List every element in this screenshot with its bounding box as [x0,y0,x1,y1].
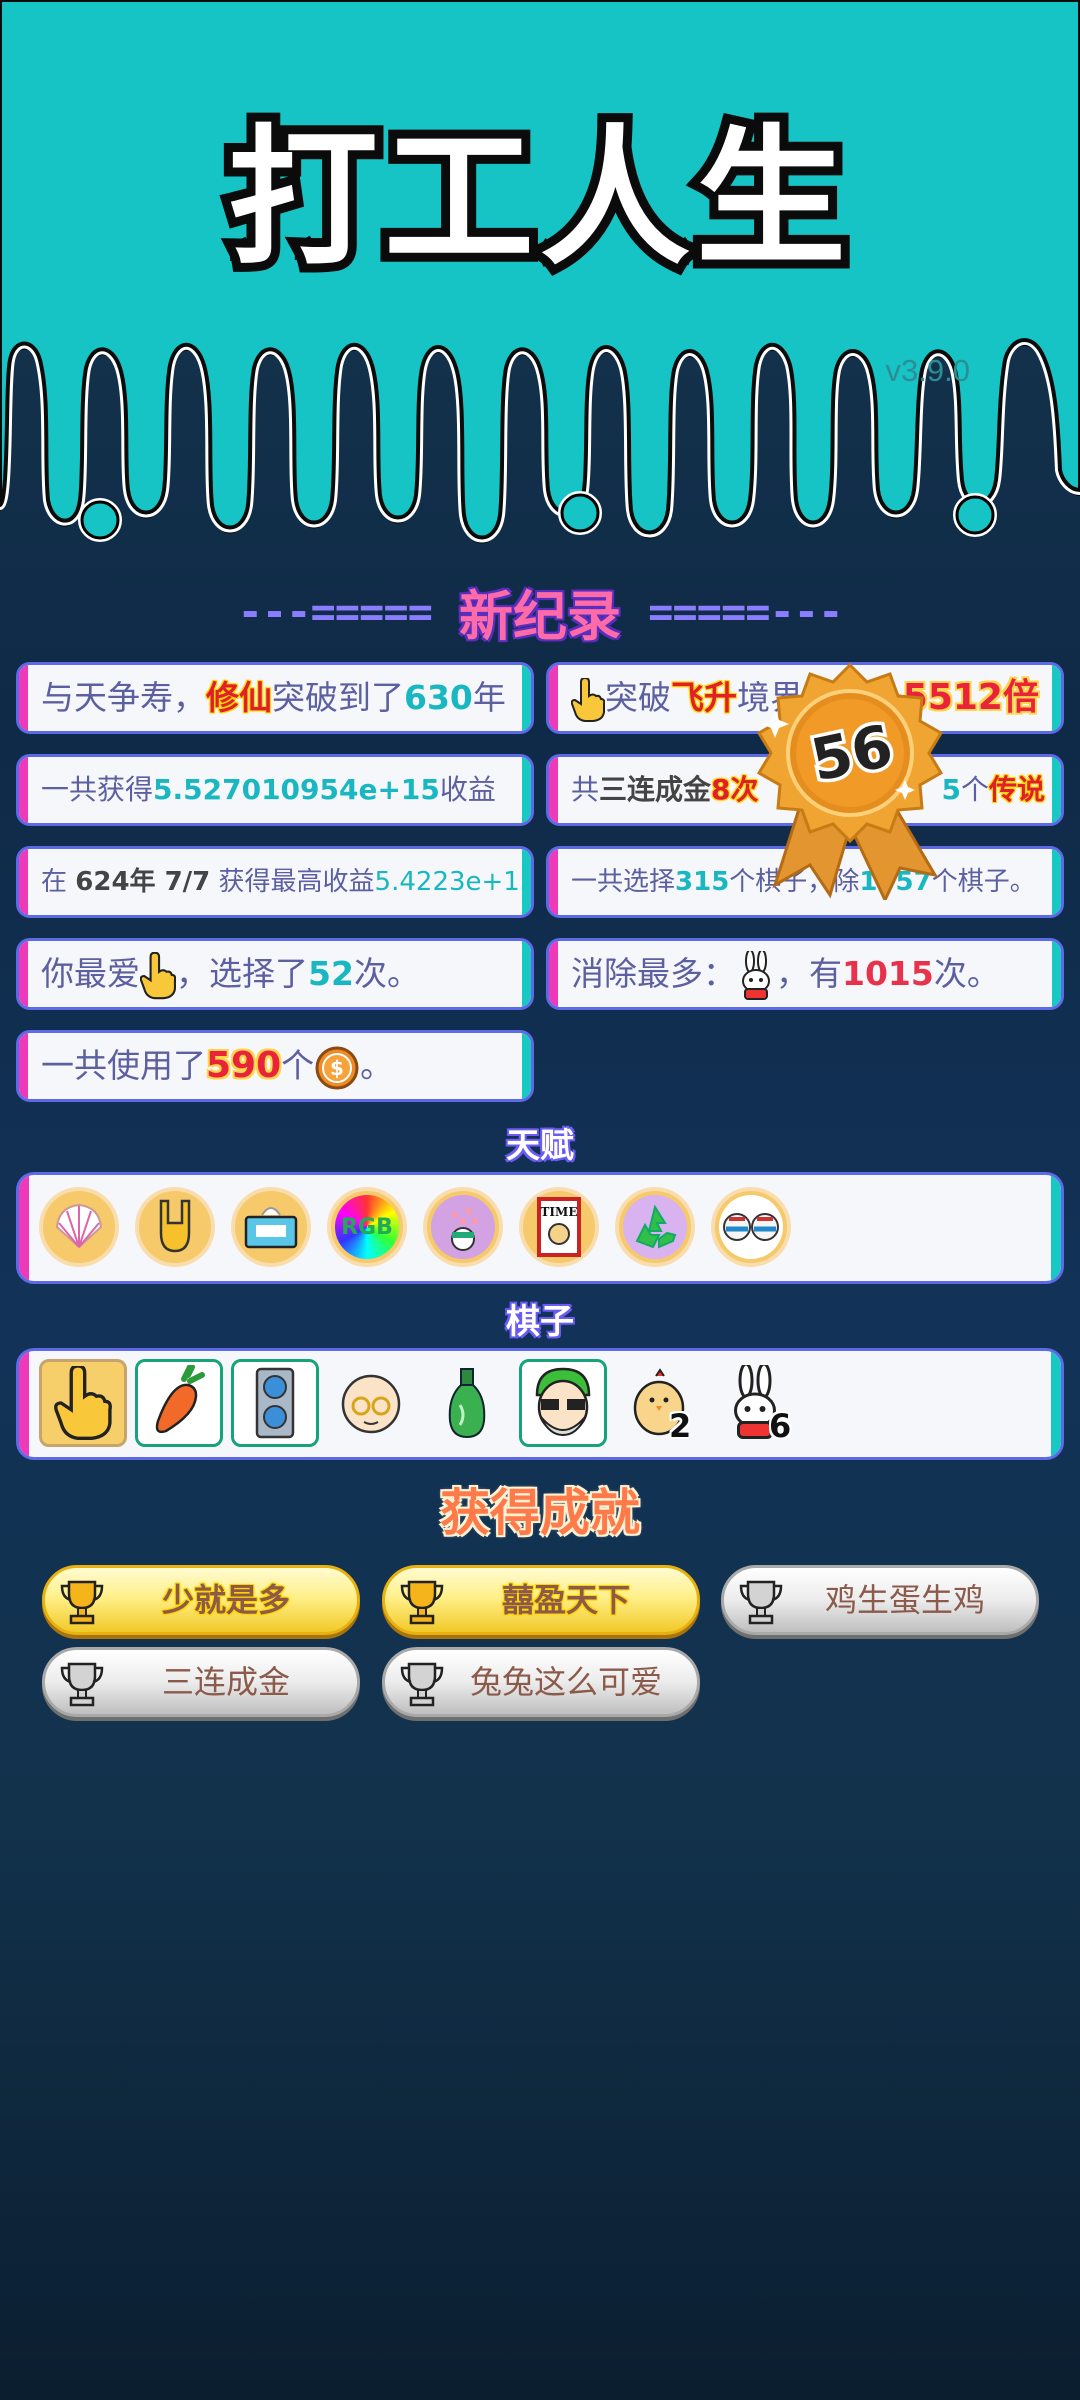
pointing-hand-icon [140,951,176,999]
rgb-orb-icon[interactable]: RGB [327,1187,407,1267]
rabbit-icon [742,950,770,1000]
stat-value: 590 [206,1045,282,1086]
achievement-label: 囍盈天下 [501,1581,630,1619]
version-label: v3.9.0 [885,353,970,388]
shell-icon[interactable] [39,1187,119,1267]
pointing-hand-icon[interactable] [39,1359,127,1447]
bearded-man-icon[interactable] [519,1359,607,1447]
achievements-title: 获得成就 [440,1484,640,1542]
stat-text: 在 [41,867,76,897]
stat-card-lifespan: 与天争寿，修仙突破到了630年 [16,662,534,734]
stat-legend: 传说 [988,773,1045,806]
stat-text: 年 [472,678,506,717]
app-title: 打工人生 [228,112,852,286]
stat-text: 突破到了 [272,678,404,717]
achievement-label: 三连成金 [161,1663,290,1701]
medal-badge: 56 [756,662,944,900]
rabbit-count: 6 [769,1407,792,1445]
double-chicken-icon[interactable] [711,1187,791,1267]
svg-text:$: $ [330,1056,344,1080]
chick-icon[interactable]: 2 [615,1359,703,1447]
stat-card-coins: 一共使用了590个 $ 。 [16,1030,534,1102]
stat-text: 共 [571,773,600,806]
recycle-icon[interactable] [615,1187,695,1267]
trophy-icon [739,1580,783,1625]
stat-value: 630 [404,678,473,717]
stat-text: 与天争寿， [41,678,206,717]
stat-card-best-income: 在 624年 7/7 获得最高收益5.4223e+15 [16,846,534,918]
stat-date: 624年 7/7 [75,867,211,897]
stat-text: ，有 [776,954,842,993]
achievement-label: 兔兔这么可爱 [469,1663,662,1701]
stat-text: 突破 [605,678,671,717]
achievement-label: 鸡生蛋生鸡 [824,1581,985,1619]
title-header: 打工人生 [0,0,1080,544]
time-text: TIME [541,1205,578,1219]
trophy-icon [400,1662,444,1707]
talents-strip: RGB TIME [16,1172,1064,1284]
stat-text: 次。 [933,954,1000,993]
pointing-hand-icon [571,677,605,722]
achievement-badge[interactable]: 少就是多 [42,1565,360,1635]
stat-text: 一共使用了 [41,1046,206,1085]
green-bottle-icon[interactable] [423,1359,511,1447]
achievement-badge[interactable]: 兔兔这么可爱 [382,1647,700,1717]
stat-combo: 三连成金 [599,773,712,806]
stat-value: 1015 [842,954,934,993]
new-record-banner: ---===== 新纪录 =====--- [0,572,1080,651]
stat-text: 次。 [353,954,420,993]
stat-text: ，选择了 [176,954,308,993]
stat-text: 一共获得 [41,773,154,806]
stat-text: 个 [960,773,989,806]
achievement-badge[interactable]: 囍盈天下 [382,1565,700,1635]
banner-dashes-right: =====--- [648,587,843,636]
pieces-strip: 2 6 [16,1348,1064,1460]
trophy-icon [400,1580,444,1625]
coin-icon: $ [315,1046,359,1089]
tissue-box-icon[interactable] [231,1187,311,1267]
pieces-title: 棋子 [506,1302,574,1342]
trophy-icon [60,1662,104,1707]
chick-count: 2 [669,1407,692,1445]
stat-text: 消除最多： [571,954,736,993]
stat-value: 52 [308,954,354,993]
achievement-badge[interactable]: 鸡生蛋生鸡 [721,1565,1039,1635]
stat-card-most-removed: 消除最多： ，有1015次。 [546,938,1064,1010]
stat-card-favorite: 你最爱 ，选择了52次。 [16,938,534,1010]
stat-text: 。 [360,1046,394,1085]
stat-text: 你最爱 [41,954,140,993]
rock-hand-icon[interactable] [135,1187,215,1267]
stat-value: 5.527010954e+15 [153,773,440,806]
achievement-badge[interactable]: 三连成金 [42,1647,360,1717]
trophy-icon [60,1580,104,1625]
bald-man-icon[interactable] [327,1359,415,1447]
stat-value: 5.4223e+15 [374,867,534,897]
stat-realm: 飞升 [671,678,737,717]
rabbit-icon[interactable]: 6 [711,1359,799,1447]
cherry-blossom-icon[interactable] [423,1187,503,1267]
carrot-icon[interactable] [135,1359,223,1447]
stat-card-total-income: 一共获得5.527010954e+15收益 [16,754,534,826]
banner-dashes-left: ---===== [237,587,433,636]
stat-value: 315 [675,867,730,897]
talents-title: 天赋 [506,1126,574,1166]
achievement-label: 少就是多 [161,1581,290,1619]
stat-text: 一共选择 [571,867,676,897]
gpu-card-icon[interactable] [231,1359,319,1447]
time-magazine-icon[interactable]: TIME [519,1187,599,1267]
stat-text: 获得最高收益 [210,867,375,897]
stat-text: 收益 [439,773,496,806]
new-record-title: 新纪录 [459,585,621,648]
stat-realm: 修仙 [206,678,272,717]
rgb-text: RGB [341,1214,393,1240]
stat-text: 个 [281,1046,315,1085]
